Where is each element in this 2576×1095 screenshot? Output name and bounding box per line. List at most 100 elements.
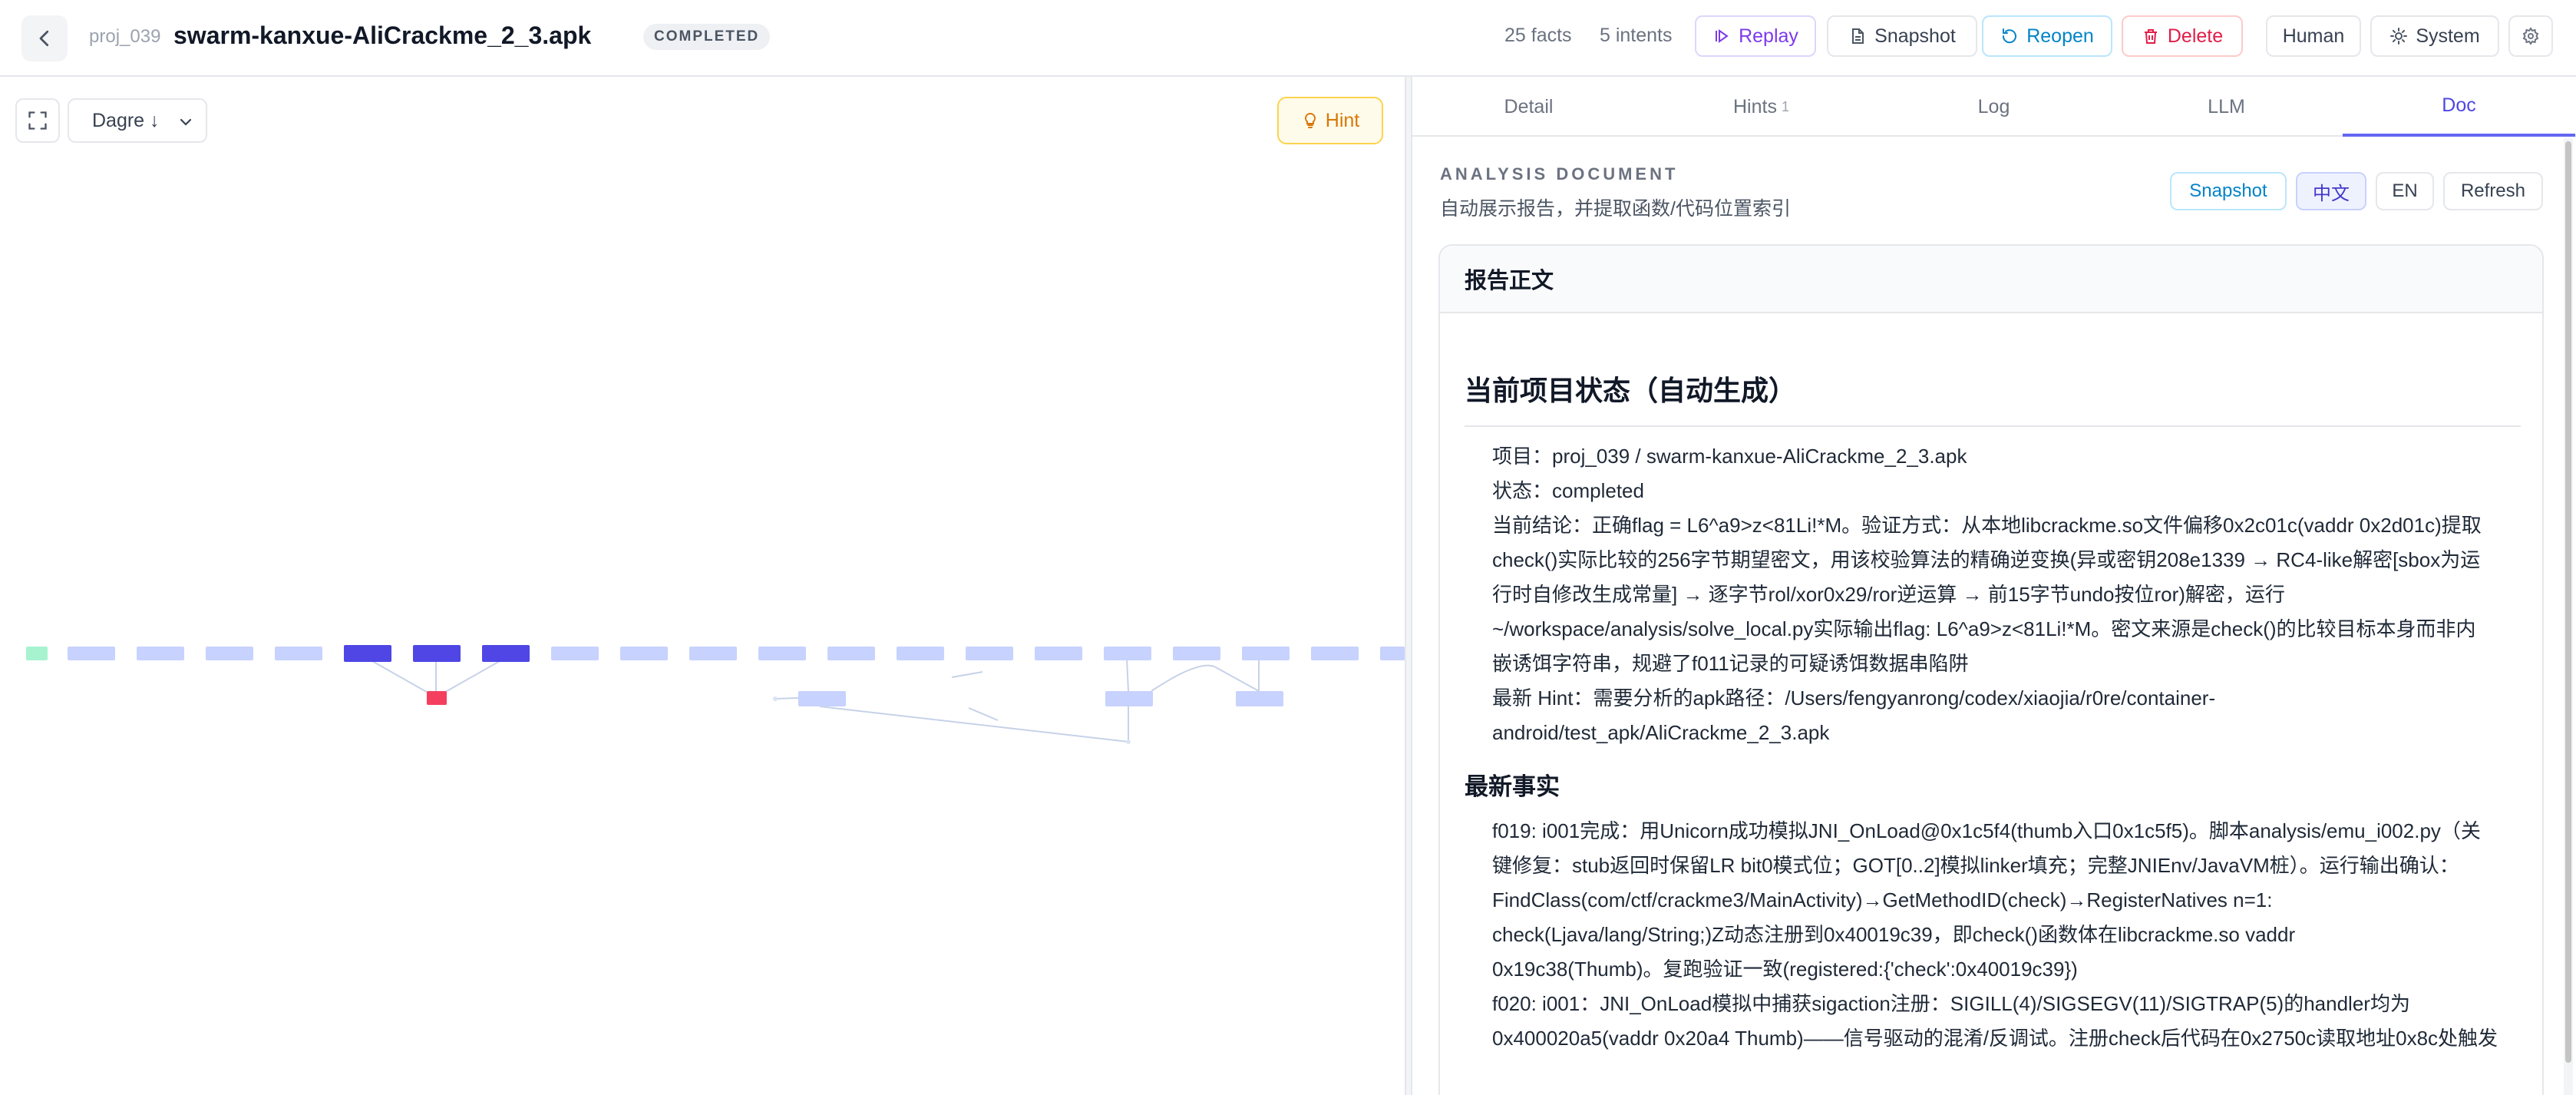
graph-node[interactable] [551,647,599,660]
graph-node[interactable] [758,647,806,660]
top-bar: proj_039 swarm-kanxue-AliCrackme_2_3.apk… [0,0,2576,77]
doc-snapshot-button[interactable]: Snapshot [2170,172,2287,210]
graph-node-start[interactable] [26,647,48,660]
document-icon [1852,28,1864,44]
tab-hints[interactable]: Hints 1 [1645,77,1878,137]
fit-view-button[interactable] [15,98,60,143]
expand-icon [28,111,47,130]
doc-line: 当前结论：正确flag = L6^a9>z<81Li!*M。验证方式：从本地li… [1492,514,2482,537]
project-id: proj_039 [89,26,161,47]
refresh-label: Refresh [2460,180,2526,201]
lang-en-button[interactable]: EN [2376,172,2434,210]
doc-line: check(Ljava/lang/String;)Z动态注册到0x40019c3… [1492,923,2296,946]
pane-resize-handle[interactable] [1405,77,1412,1095]
graph-node-dot[interactable] [773,696,778,701]
graph-node[interactable] [1173,647,1220,660]
sun-icon [2390,28,2408,45]
replay-button[interactable]: Replay [1695,15,1816,57]
graph-node[interactable] [1236,691,1283,706]
tab-label: Doc [2442,94,2476,116]
graph-edge [819,706,1129,743]
report-card: 报告正文 当前项目状态（自动生成） 项目：proj_039 / swarm-ka… [1438,244,2544,1095]
hint-label: Hint [1325,109,1360,131]
doc-line: 项目：proj_039 / swarm-kanxue-AliCrackme_2_… [1492,445,1967,468]
scrollbar-thumb[interactable] [2565,141,2571,1063]
facts-count: 25 facts [1504,25,1572,46]
replay-label: Replay [1739,25,1798,47]
human-mode-button[interactable]: Human [2266,15,2361,57]
doc-line: f020: i001：JNI_OnLoad模拟中捕获sigaction注册：SI… [1492,992,2410,1015]
human-label: Human [2282,25,2345,47]
graph-node[interactable] [620,647,668,660]
graph-node[interactable] [1035,647,1082,660]
graph-svg [26,645,1405,744]
tab-bar: Detail Hints 1 Log LLM Doc [1412,77,2576,137]
delete-button[interactable]: Delete [2122,15,2243,57]
graph-node-active[interactable] [482,645,530,662]
system-mode-button[interactable]: System [2370,15,2499,57]
tab-label: LLM [2208,95,2245,117]
delete-label: Delete [2167,25,2224,47]
tab-llm[interactable]: LLM [2110,77,2343,137]
gear-icon [2522,27,2539,45]
graph-node[interactable] [137,647,184,660]
graph-node-active[interactable] [413,645,461,662]
layout-select-value: Dagre ↓ [92,109,160,131]
status-badge: COMPLETED [643,24,771,50]
graph-node[interactable] [1242,647,1290,660]
doc-line: 0x400020a5(vaddr 0x20a4 Thumb)——信号驱动的混淆/… [1492,1027,2498,1050]
lang-zh-button[interactable]: 中文 [2296,172,2366,210]
hint-button[interactable]: Hint [1277,97,1383,144]
tab-doc[interactable]: Doc [2343,77,2575,137]
graph-node[interactable] [1380,647,1405,660]
refresh-button[interactable]: Refresh [2443,172,2543,210]
doc-line: 最新 Hint：需要分析的apk路径：/Users/fengyanrong/co… [1492,686,2216,710]
tab-detail[interactable]: Detail [1412,77,1645,137]
snapshot-button[interactable]: Snapshot [1827,15,1977,57]
graph-node[interactable] [689,647,737,660]
graph-node[interactable] [966,647,1013,660]
facts-lines: f019: i001完成：用Unicorn成功模拟JNI_OnLoad@0x1c… [1465,814,2521,1056]
doc-line: check()实际比较的256字节期望密文，用该校验算法的精确逆变换(异或密钥2… [1492,548,2481,571]
section-heading-status: 当前项目状态（自动生成） [1465,369,2521,427]
tab-label: Hints [1733,95,1777,117]
tab-count: 1 [1781,98,1789,114]
graph-node[interactable] [798,691,846,706]
graph-node-active[interactable] [344,645,391,662]
doc-scrollbar[interactable] [2564,138,2573,1095]
graph-node-dot[interactable] [1126,739,1131,744]
detail-panel: Detail Hints 1 Log LLM Doc ANALYSIS DOCU… [1412,77,2576,1095]
tab-label: Detail [1504,95,1554,117]
graph-edge [968,707,999,721]
graph-node[interactable] [1105,691,1153,706]
tab-log[interactable]: Log [1878,77,2110,137]
doc-line: FindClass(com/ctf/crackme3/MainActivity)… [1492,888,2273,911]
doc-line: 状态：completed [1492,479,1644,502]
graph-node[interactable] [897,647,944,660]
doc-line: 0x19c38(Thumb)。复跑验证一致(registered:{'check… [1492,958,2078,981]
system-label: System [2416,25,2480,47]
intents-count: 5 intents [1600,25,1673,46]
layout-select[interactable]: Dagre ↓ [68,98,207,143]
back-button[interactable] [21,15,68,61]
graph-canvas[interactable]: Dagre ↓ Hint [0,77,1405,1095]
reopen-button[interactable]: Reopen [1982,15,2112,57]
doc-line: f019: i001完成：用Unicorn成功模拟JNI_OnLoad@0x1c… [1492,819,2481,842]
graph-node[interactable] [68,647,115,660]
settings-button[interactable] [2508,15,2553,57]
doc-line: 行时自修改生成常量] → 逐字节rol/xor0x29/ror逆运算 → 前15… [1492,583,2285,606]
reopen-label: Reopen [2026,25,2094,47]
graph-node-failed[interactable] [427,691,447,705]
rotate-icon [2003,28,2017,44]
doc-line: ~/workspace/analysis/solve_local.py实际输出f… [1492,617,2476,640]
doc-subtitle: 自动展示报告，并提取函数/代码位置索引 [1440,198,1791,220]
graph-edge [1151,664,1215,692]
graph-node[interactable] [275,647,322,660]
graph-node[interactable] [827,647,875,660]
doc-line: android/test_apk/AliCrackme_2_3.apk [1492,721,1830,744]
graph-node[interactable] [206,647,253,660]
graph-node[interactable] [1311,647,1359,660]
trash-icon [2144,29,2157,44]
doc-snapshot-label: Snapshot [2189,180,2267,201]
graph-node[interactable] [1104,647,1151,660]
